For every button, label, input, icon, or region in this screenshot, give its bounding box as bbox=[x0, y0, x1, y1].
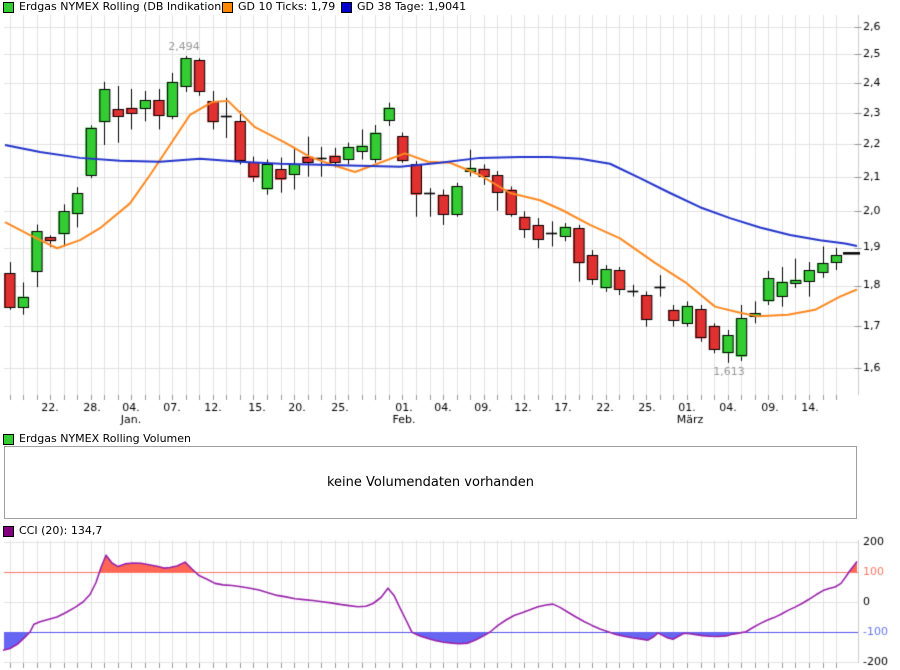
volume-legend: Erdgas NYMEX Rolling Volumen bbox=[0, 433, 900, 446]
main-chart-legend: Erdgas NYMEX Rolling (DB Indikation) GD … bbox=[0, 1, 900, 14]
volume-series-label: Erdgas NYMEX Rolling Volumen bbox=[19, 433, 191, 445]
legend-item-gd10: GD 10 Ticks: 1,79 bbox=[222, 1, 335, 13]
gd38-series-swatch bbox=[341, 2, 352, 13]
volume-panel: keine Volumendaten vorhanden bbox=[4, 446, 857, 519]
no-volume-data-message: keine Volumendaten vorhanden bbox=[327, 475, 534, 490]
gd38-series-label: GD 38 Tage: 1,9041 bbox=[357, 1, 466, 13]
volume-series-swatch bbox=[3, 434, 14, 445]
legend-item-gd38: GD 38 Tage: 1,9041 bbox=[341, 1, 466, 13]
cci-series-label: CCI (20): 134,7 bbox=[19, 525, 102, 537]
legend-item-instrument: Erdgas NYMEX Rolling (DB Indikation) bbox=[3, 1, 225, 13]
legend-item-cci: CCI (20): 134,7 bbox=[3, 525, 102, 537]
price-and-cci-chart-canvas bbox=[0, 0, 900, 670]
instrument-series-label: Erdgas NYMEX Rolling (DB Indikation) bbox=[19, 1, 225, 13]
instrument-series-swatch bbox=[3, 2, 14, 13]
cci-legend: CCI (20): 134,7 bbox=[0, 525, 900, 538]
gd10-series-label: GD 10 Ticks: 1,79 bbox=[238, 1, 335, 13]
chart-window: Erdgas NYMEX Rolling (DB Indikation) GD … bbox=[0, 0, 900, 670]
cci-series-swatch bbox=[3, 526, 14, 537]
gd10-series-swatch bbox=[222, 2, 233, 13]
legend-item-volume: Erdgas NYMEX Rolling Volumen bbox=[3, 433, 191, 445]
